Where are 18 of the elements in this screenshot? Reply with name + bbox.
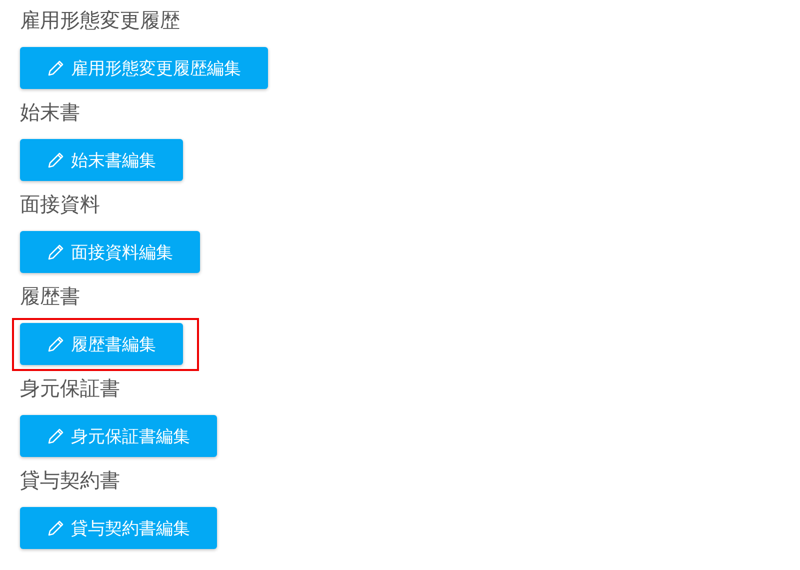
section-heading: 始末書 — [20, 99, 81, 126]
pencil-icon — [47, 59, 65, 77]
pencil-icon — [47, 427, 65, 445]
edit-button[interactable]: 履歴書編集 — [20, 323, 183, 365]
edit-button[interactable]: 始末書編集 — [20, 139, 183, 181]
pencil-icon — [47, 151, 65, 169]
pencil-icon — [47, 519, 65, 537]
edit-button[interactable]: 雇用形態変更履歴編集 — [20, 47, 268, 89]
edit-button[interactable]: 身元保証書編集 — [20, 415, 217, 457]
section-heading: 身元保証書 — [20, 375, 121, 402]
edit-button[interactable]: 面接資料編集 — [20, 231, 200, 273]
pencil-icon — [47, 335, 65, 353]
section-heading: 雇用形態変更履歴 — [20, 7, 181, 34]
section-heading: 面接資料 — [20, 191, 101, 218]
pencil-icon — [47, 243, 65, 261]
section-heading: 貸与契約書 — [20, 467, 121, 494]
section-heading: 履歴書 — [20, 283, 81, 310]
edit-button[interactable]: 貸与契約書編集 — [20, 507, 217, 549]
